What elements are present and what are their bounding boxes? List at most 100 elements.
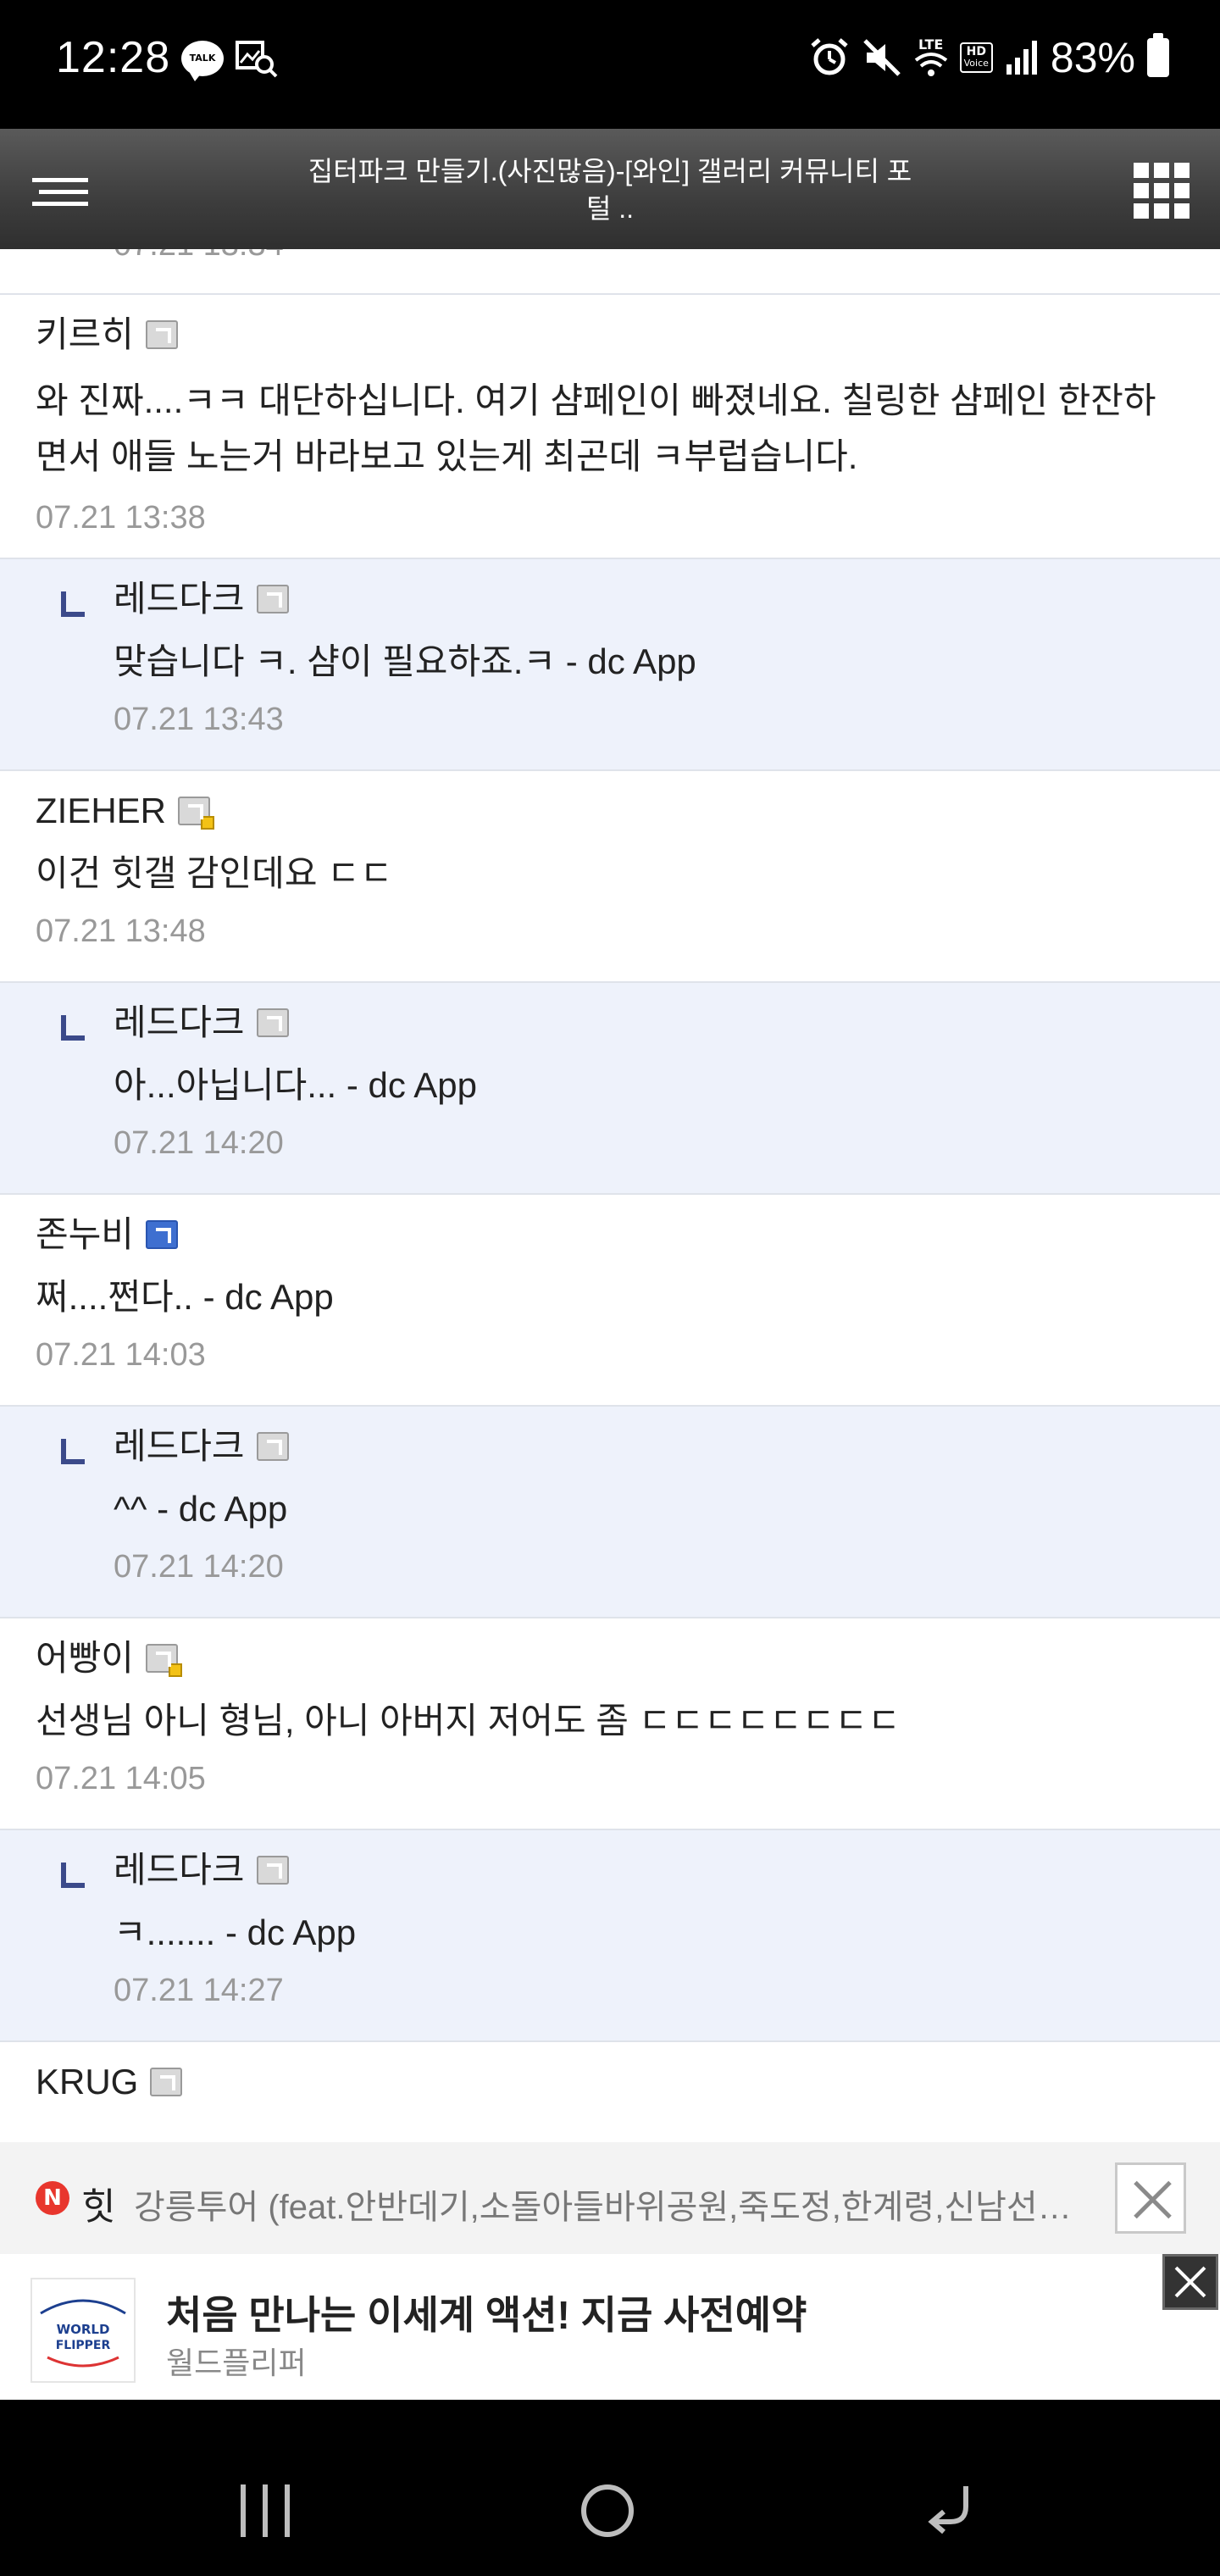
comment-text: ^^ - dc App: [114, 1489, 288, 1529]
reply-arrow-icon: [61, 591, 85, 617]
comment-text: 이건 힛갤 감인데요 ㄷㄷ: [36, 853, 393, 893]
system-nav-bar: [0, 2400, 1220, 2576]
menu-button[interactable]: [32, 178, 88, 208]
signal-icon: [1006, 41, 1037, 75]
reply-arrow-icon: [61, 1015, 85, 1041]
close-icon[interactable]: [1115, 2162, 1186, 2234]
lte-wifi-icon: LTE: [914, 38, 948, 77]
recent-apps-icon: [241, 2484, 246, 2537]
comment-date: 07.21 14:27: [114, 1973, 284, 2008]
comment-author[interactable]: 레드다크: [114, 1425, 289, 1468]
comment-item: 존누비 쩌....쩐다.. - dc App 07.21 14:03: [0, 1195, 1220, 1407]
image-search-icon: [236, 41, 278, 78]
comment-author[interactable]: ZIEHER: [36, 790, 215, 832]
author-name: KRUG: [36, 2062, 139, 2101]
alarm-icon: [810, 38, 848, 75]
menu-icon-bar: [32, 178, 88, 182]
reply-arrow-icon: [61, 1863, 85, 1888]
back-button[interactable]: [922, 2481, 976, 2535]
gallery-header: 집터파크 만들기.(사진많음)-[와인] 갤러리 커뮤니티 포털 ..: [0, 129, 1220, 249]
ad-title[interactable]: 처음 만나는 이세계 액션! 지금 사전예약: [166, 2285, 807, 2340]
voice-label: Voice: [963, 58, 989, 69]
gallery-member-icon: [178, 797, 215, 830]
comment-item: KRUG: [0, 2042, 1220, 2142]
comment-text: ㅋ....... - dc App: [114, 1913, 357, 1952]
author-name: ZIEHER: [36, 791, 167, 830]
recent-apps-button[interactable]: [241, 2484, 291, 2537]
hd-voice-icon: HD Voice: [959, 42, 993, 73]
reply-item: 레드다크 아...아닙니다... - dc App 07.21 14:20: [0, 983, 1220, 1195]
reply-item: 레드다크 ㅋ....... - dc App 07.21 14:27: [0, 1830, 1220, 2042]
hit-gallery-bar[interactable]: N 힛 강릉투어 (feat.안반데기,소돌아들바위공원,죽도정,한계령,신남선…: [0, 2142, 1220, 2254]
comment-text: 아...아닙니다... - dc App: [114, 1065, 477, 1105]
comment-text: 쩌....쩐다.. - dc App: [36, 1277, 334, 1317]
gallery-member-icon: [145, 320, 178, 349]
comment-item: 키르히 와 진짜....ㅋㅋ 대단하십니다. 여기 샴페인이 빠졌네요. 칠링한…: [0, 295, 1220, 559]
comment-author[interactable]: KRUG: [36, 2061, 183, 2103]
status-time: 12:28: [56, 33, 171, 82]
comment-author[interactable]: 레드다크: [114, 1849, 289, 1891]
svg-text:WORLD: WORLD: [57, 2322, 110, 2337]
ad-banner[interactable]: WORLD FLIPPER 처음 만나는 이세계 액션! 지금 사전예약 월드플…: [0, 2254, 1220, 2400]
apps-grid-button[interactable]: [1134, 163, 1190, 219]
grid-icon: [1134, 163, 1149, 178]
gallery-member-icon: [256, 1432, 289, 1461]
gallery-member-icon: [256, 1856, 289, 1885]
status-icons: LTE HD Voice 83%: [809, 31, 1169, 85]
hit-label: 힛: [81, 2186, 116, 2228]
svg-text:FLIPPER: FLIPPER: [56, 2339, 111, 2352]
comment-item: 어빵이 선생님 아니 형님, 아니 아버지 저어도 좀 ㄷㄷㄷㄷㄷㄷㄷㄷ 07.…: [0, 1618, 1220, 1830]
comment-text: 맞습니다 ㅋ. 샴이 필요하죠.ㅋ - dc App: [114, 641, 696, 681]
comment-text: 선생님 아니 형님, 아니 아버지 저어도 좀 ㄷㄷㄷㄷㄷㄷㄷㄷ: [36, 1701, 901, 1740]
author-name: 레드다크: [114, 1426, 245, 1466]
ad-advertiser: 월드플리퍼: [166, 2346, 307, 2380]
comment-list: 07.21 13:34 키르히 와 진짜....ㅋㅋ 대단하십니다. 여기 샴페…: [0, 249, 1220, 2142]
comment-item: ZIEHER 이건 힛갤 감인데요 ㄷㄷ 07.21 13:48: [0, 771, 1220, 983]
logo-graphic: WORLD FLIPPER: [40, 2299, 126, 2368]
comment-author[interactable]: 존누비: [36, 1213, 178, 1256]
comment-author[interactable]: 레드다크: [114, 1002, 289, 1044]
comment-author[interactable]: 어빵이: [36, 1637, 182, 1679]
menu-icon-bar: [39, 190, 88, 194]
reply-item: 레드다크 맞습니다 ㅋ. 샴이 필요하죠.ㅋ - dc App 07.21 13…: [0, 559, 1220, 771]
author-name: 레드다크: [114, 1002, 245, 1042]
gallery-member-icon: [150, 2068, 183, 2096]
comment-text: 와 진짜....ㅋㅋ 대단하십니다. 여기 샴페인이 빠졌네요. 칠링한 샴페인…: [36, 380, 1156, 476]
gallery-member-icon: [256, 1008, 289, 1037]
new-badge: N: [36, 2181, 69, 2215]
mute-icon: [862, 39, 901, 76]
status-bar: 12:28 TALK LTE HD Voice 83%: [0, 0, 1220, 129]
home-button[interactable]: [581, 2484, 634, 2537]
comment-author[interactable]: 레드다크: [114, 578, 289, 620]
network-label: LTE: [918, 36, 944, 53]
battery-icon: [1147, 33, 1169, 77]
comment-date: 07.21 14:03: [36, 1337, 206, 1373]
comment-author[interactable]: 키르히: [36, 314, 178, 356]
fixed-nick-member-icon: [145, 1220, 178, 1249]
comment-date: 07.21 14:05: [36, 1761, 206, 1796]
author-name: 어빵이: [36, 1638, 134, 1678]
author-name: 키르히: [36, 314, 134, 354]
hd-label: HD: [966, 45, 986, 58]
menu-icon-bar: [32, 202, 88, 206]
comment-date: 07.21 13:48: [36, 913, 206, 949]
hit-post-link[interactable]: 강릉투어 (feat.안반데기,소돌아들바위공원,죽도정,한계령,신남선착장): [134, 2179, 1083, 2229]
comment-date: 07.21 14:20: [114, 1125, 284, 1161]
author-name: 레드다크: [114, 1850, 245, 1890]
gallery-member-icon: [256, 585, 289, 613]
comment-date: 07.21 13:38: [36, 500, 206, 536]
comment-date: 07.21 13:43: [114, 702, 284, 737]
gallery-member-icon: [145, 1644, 182, 1677]
wifi-icon: [914, 53, 947, 76]
comment-date: 07.21 13:34: [114, 249, 284, 264]
comment-date: 07.21 14:20: [114, 1549, 284, 1585]
world-flipper-logo: WORLD FLIPPER: [30, 2278, 136, 2383]
reply-arrow-icon: [61, 1439, 85, 1464]
kakaotalk-icon: TALK: [181, 41, 224, 81]
author-name: 레드다크: [114, 579, 245, 619]
battery-percent: 83%: [1050, 34, 1135, 81]
ad-close-icon[interactable]: [1162, 2254, 1218, 2310]
page-title: 집터파크 만들기.(사진많음)-[와인] 갤러리 커뮤니티 포털 ..: [308, 156, 912, 224]
author-name: 존누비: [36, 1214, 134, 1254]
reply-item: 레드다크 ^^ - dc App 07.21 14:20: [0, 1407, 1220, 1618]
